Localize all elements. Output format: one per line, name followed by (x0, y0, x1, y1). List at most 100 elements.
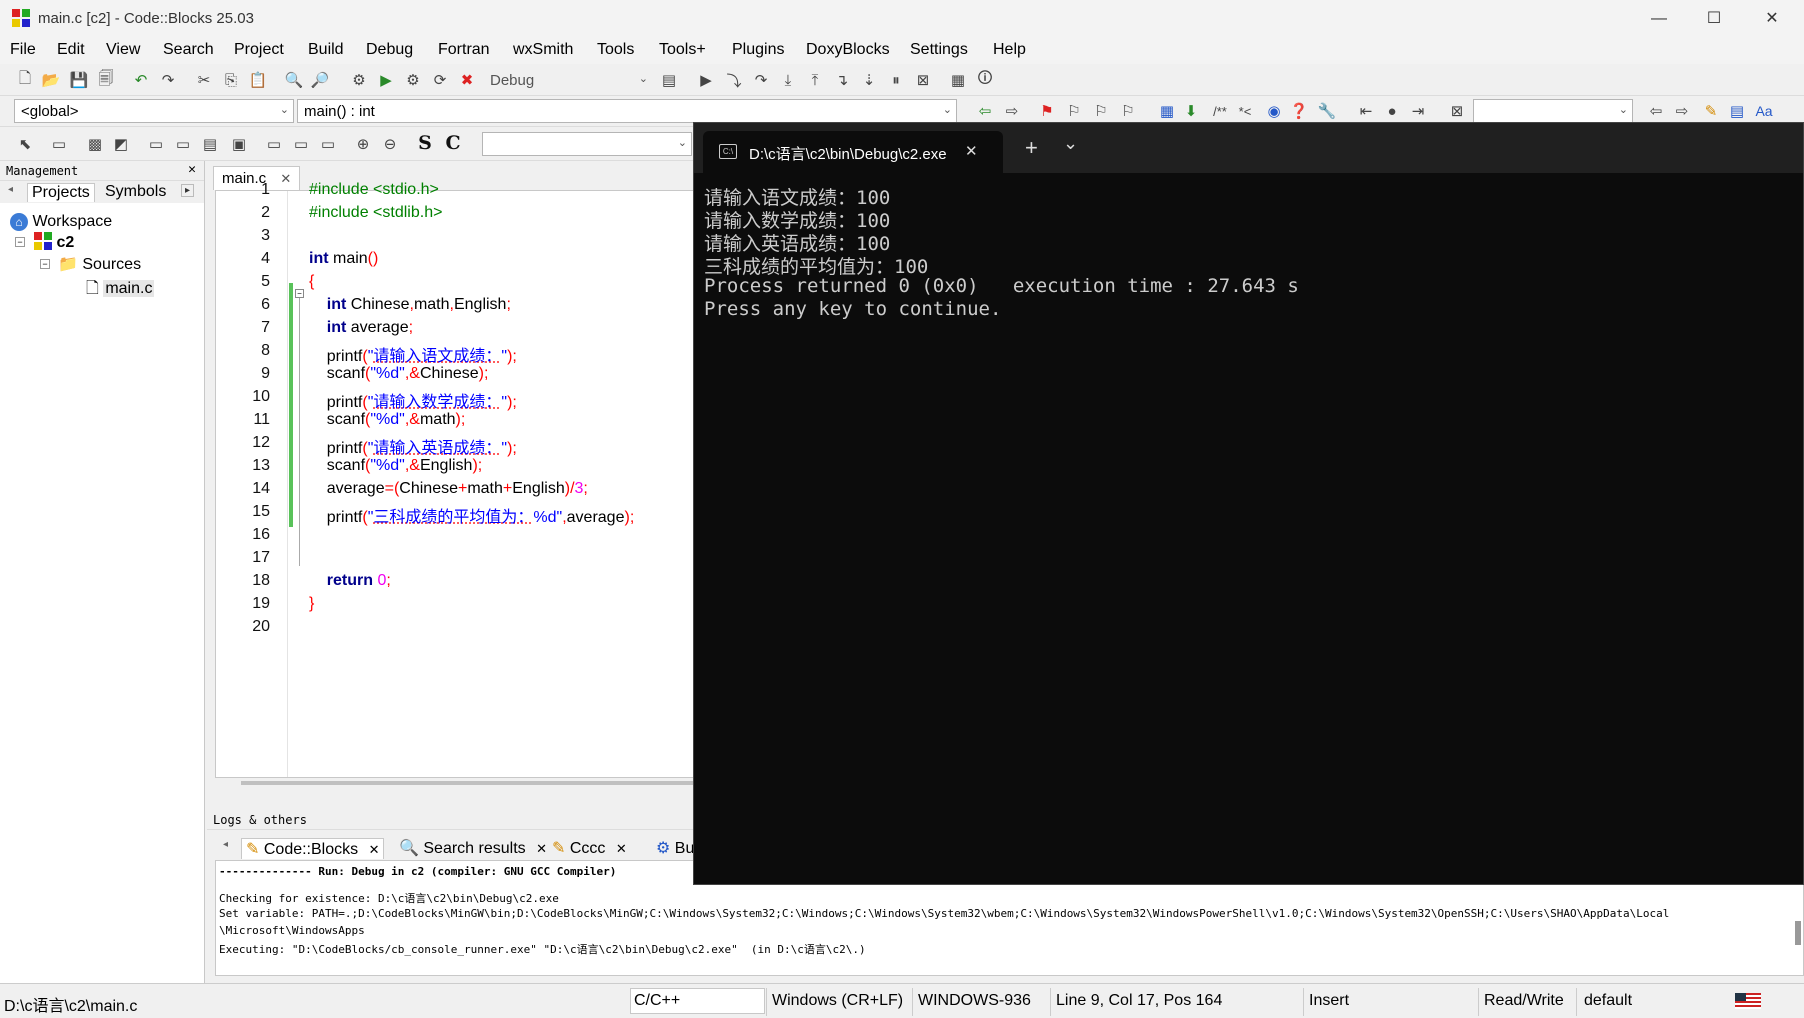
doxy-chm-icon[interactable]: ◉ (1263, 100, 1285, 122)
build-gear-icon[interactable]: ⚙ (348, 69, 370, 91)
pause-icon[interactable]: ⏸ (885, 69, 907, 91)
align-center-icon[interactable]: ▭ (290, 133, 312, 155)
menu-tools-plus[interactable]: Tools+ (659, 41, 706, 59)
wxsmith-select[interactable]: ⌄ (482, 132, 692, 156)
menu-debug[interactable]: Debug (366, 41, 413, 59)
console-window[interactable]: C:\ D:\c语言\c2\bin\Debug\c2.exe ✕ + ⌄ 请输入… (693, 122, 1804, 885)
debug-windows-icon[interactable]: ▦ (947, 69, 969, 91)
bookmark-icon[interactable]: ⚑ (1036, 100, 1058, 122)
tab-projects[interactable]: Projects (27, 183, 95, 202)
terminal-tab[interactable]: C:\ D:\c语言\c2\bin\Debug\c2.exe ✕ (703, 131, 1003, 173)
function-select[interactable]: main() : int ⌄ (297, 99, 957, 123)
maximize-button[interactable]: ☐ (1691, 6, 1737, 32)
save-icon[interactable]: 💾 (68, 69, 90, 91)
clear-search-icon[interactable]: ⊠ (1446, 100, 1468, 122)
find-icon[interactable]: 🔍 (283, 69, 305, 91)
next-bookmark-icon[interactable]: ⚐ (1090, 100, 1112, 122)
paste-icon[interactable]: 📋 (247, 69, 269, 91)
block-comment-icon[interactable]: /** (1209, 100, 1231, 122)
scope-select[interactable]: <global> ⌄ (14, 99, 294, 123)
step-out-icon[interactable]: ⤒ (804, 69, 826, 91)
clear-bookmarks-icon[interactable]: ⚐ (1117, 100, 1139, 122)
replace-icon[interactable]: 🔎 (309, 69, 331, 91)
bold-c-icon[interactable]: C (442, 132, 464, 154)
selected-text-only-icon[interactable]: ▤ (1726, 100, 1748, 122)
close-tab-icon[interactable]: ✕ (280, 171, 291, 186)
zoom-in-icon[interactable]: ⊕ (352, 133, 374, 155)
debug-run-icon[interactable]: ▶ (695, 69, 717, 91)
frame-icon[interactable]: ▭ (48, 133, 70, 155)
menu-help[interactable]: Help (993, 41, 1026, 59)
various-info-icon[interactable]: 🛈 (974, 69, 996, 91)
close-tab-icon[interactable]: ✕ (965, 142, 978, 160)
menu-search[interactable]: Search (163, 41, 214, 59)
copy-icon[interactable]: ⎘ (220, 69, 242, 91)
line-comment-icon[interactable]: *< (1234, 100, 1256, 122)
cut-icon[interactable]: ✂ (193, 69, 215, 91)
menu-doxyblocks[interactable]: DoxyBlocks (806, 41, 890, 59)
layout-fill-icon[interactable]: ▣ (228, 133, 250, 155)
build-target-select[interactable]: Debug ⌄ (483, 68, 653, 92)
close-tab-icon[interactable]: ✕ (616, 841, 627, 856)
menu-view[interactable]: View (106, 41, 140, 59)
close-window-button[interactable]: ✕ (1749, 6, 1795, 32)
layout-mid-icon[interactable]: ▭ (172, 133, 194, 155)
prev-error-icon[interactable]: ⇤ (1355, 100, 1377, 122)
collapse-project-icon[interactable]: − (15, 237, 25, 247)
toggle-breakpoint-icon[interactable]: ● (1381, 100, 1403, 122)
run-icon[interactable]: ▶ (375, 69, 397, 91)
minimize-button[interactable]: — (1636, 6, 1682, 32)
close-panel-icon[interactable]: ✕ (188, 162, 196, 177)
tree-workspace[interactable]: ⌂ Workspace (10, 213, 112, 231)
menu-file[interactable]: File (10, 41, 36, 59)
next-error-icon[interactable]: ⇥ (1407, 100, 1429, 122)
step-into-instruction-icon[interactable]: ⇣ (858, 69, 880, 91)
run-to-cursor-icon[interactable]: ⤵ (723, 69, 745, 91)
collapse-sources-icon[interactable]: − (40, 259, 50, 269)
pointer-icon[interactable]: ⬉ (14, 133, 36, 155)
highlight-icon[interactable]: ✎ (1700, 100, 1722, 122)
incremental-search-input[interactable]: ⌄ (1473, 99, 1633, 123)
menu-fortran[interactable]: Fortran (438, 41, 490, 59)
menu-edit[interactable]: Edit (57, 41, 85, 59)
build-and-run-icon[interactable]: ⚙ (402, 69, 424, 91)
stop-debug-icon[interactable]: ⊠ (912, 69, 934, 91)
menu-tools[interactable]: Tools (597, 41, 634, 59)
doxy-config-icon[interactable]: 🔧 (1316, 100, 1338, 122)
fold-toggle-icon[interactable]: − (295, 289, 304, 298)
menu-project[interactable]: Project (234, 41, 284, 59)
prev-bookmark-icon[interactable]: ⚐ (1063, 100, 1085, 122)
align-left-icon[interactable]: ▭ (263, 133, 285, 155)
tab-scroll-left-icon[interactable]: ◂ (223, 839, 228, 850)
save-all-icon[interactable]: 🗐 (95, 69, 117, 91)
vertical-scrollbar[interactable] (1795, 921, 1801, 945)
jump-forward-icon[interactable]: ⇨ (1001, 100, 1023, 122)
open-folder-icon[interactable]: 📂 (40, 69, 62, 91)
jump-back-icon[interactable]: ⇦ (974, 100, 996, 122)
search-prev-icon[interactable]: ⇦ (1645, 100, 1667, 122)
search-next-icon[interactable]: ⇨ (1671, 100, 1693, 122)
show-targets-icon[interactable]: ▤ (658, 69, 680, 91)
menu-settings[interactable]: Settings (910, 41, 968, 59)
tab-scroll-right-icon[interactable]: ▸ (181, 184, 195, 197)
tab-codeblocks-log[interactable]: ✎ Code::Blocks ✕ (241, 838, 385, 859)
bold-s-icon[interactable]: S (414, 132, 436, 154)
zoom-out-icon[interactable]: ⊖ (379, 133, 401, 155)
menu-plugins[interactable]: Plugins (732, 41, 784, 59)
tree-file-main-c[interactable]: 🗋 main.c (86, 277, 155, 304)
redo-icon[interactable]: ↷ (157, 69, 179, 91)
abort-icon[interactable]: ✖ (456, 69, 478, 91)
new-file-icon[interactable]: 🗋 (14, 69, 36, 91)
align-right-icon[interactable]: ▭ (317, 133, 339, 155)
rebuild-icon[interactable]: ⟳ (429, 69, 451, 91)
match-case-icon[interactable]: Aa (1753, 100, 1775, 122)
tree-project-c2[interactable]: c2 (34, 232, 74, 252)
layout-top-icon[interactable]: ▭ (145, 133, 167, 155)
next-instruction-icon[interactable]: ↴ (831, 69, 853, 91)
doxy-extract-icon[interactable]: ⬇ (1180, 100, 1202, 122)
grid-diagonal-icon[interactable]: ◩ (110, 133, 132, 155)
next-line-icon[interactable]: ↷ (750, 69, 772, 91)
doxy-help-icon[interactable]: ❓ (1288, 100, 1310, 122)
tab-search-results[interactable]: 🔍 Search results ✕ (395, 838, 551, 858)
grid-icon[interactable]: ▩ (84, 133, 106, 155)
